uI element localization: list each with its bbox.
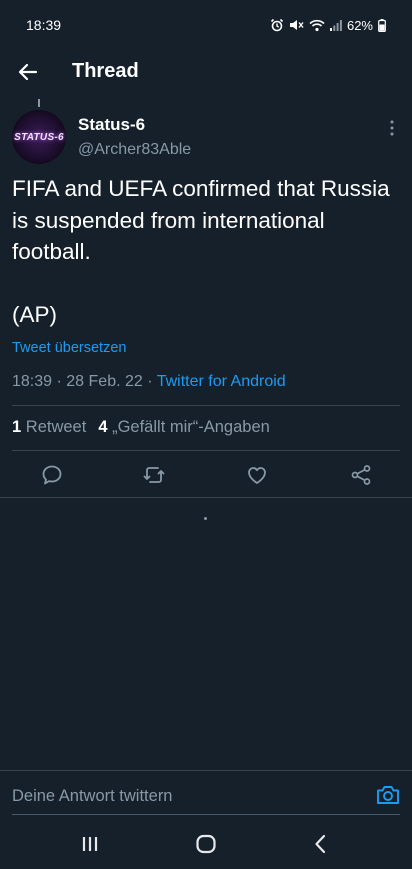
back-nav-icon[interactable] — [309, 832, 333, 856]
like-count: 4 — [98, 418, 108, 436]
camera-icon[interactable] — [375, 783, 401, 807]
like-icon[interactable] — [245, 463, 269, 487]
tweet-source-link[interactable]: Twitter for Android — [157, 373, 286, 390]
battery-label: 62% — [346, 17, 373, 33]
page-title: Thread — [72, 60, 139, 82]
meta-separator: · — [56, 373, 62, 390]
alarm-icon — [270, 18, 284, 32]
retweet-stat[interactable]: 1 Retweet — [12, 418, 86, 437]
translate-tweet-link[interactable]: Tweet übersetzen — [12, 340, 126, 356]
status-time: 18:39 — [26, 17, 62, 33]
status-icons: 62% — [270, 18, 386, 33]
thread-connector-line — [38, 99, 40, 107]
like-stat-label: „Gefällt mir“-Angaben — [112, 418, 270, 436]
app-header: Thread — [0, 50, 412, 94]
retweet-count: 1 — [12, 418, 22, 436]
tweet-date: 28 Feb. 22 — [66, 373, 143, 390]
reply-bar: Deine Antwort twittern — [0, 770, 412, 816]
reply-input[interactable]: Deine Antwort twittern — [12, 787, 173, 806]
author-display-name[interactable]: Status-6 — [78, 115, 145, 135]
tweet-time: 18:39 — [12, 373, 53, 390]
divider — [12, 450, 400, 451]
reply-icon[interactable] — [40, 463, 64, 487]
system-nav-bar — [0, 818, 412, 869]
recent-apps-icon[interactable] — [78, 832, 102, 856]
reply-input-underline — [12, 814, 400, 815]
signal-icon — [329, 19, 342, 31]
battery-icon — [378, 18, 386, 32]
author-handle[interactable]: @Archer83Able — [78, 141, 191, 159]
avatar[interactable]: STATUS-6 — [12, 110, 66, 164]
avatar-logo-text: STATUS-6 — [14, 131, 64, 143]
more-options-icon[interactable] — [384, 118, 400, 138]
back-arrow-icon[interactable] — [16, 60, 40, 84]
mute-icon — [289, 18, 304, 32]
share-icon[interactable] — [349, 463, 373, 487]
status-bar: 18:39 62% — [0, 0, 412, 50]
tweet-text: FIFA and UEFA confirmed that Russia is s… — [12, 176, 390, 327]
loading-indicator — [204, 517, 207, 520]
divider — [12, 405, 400, 406]
divider — [0, 497, 412, 498]
tweet-actions — [0, 460, 412, 490]
home-icon[interactable] — [194, 832, 218, 856]
meta-separator: · — [147, 373, 153, 390]
wifi-icon — [309, 19, 325, 32]
tweet-stats: 1 Retweet 4 „Gefällt mir“-Angaben — [12, 418, 270, 437]
retweet-stat-label: Retweet — [25, 418, 87, 436]
retweet-icon[interactable] — [142, 463, 166, 487]
like-stat[interactable]: 4 „Gefällt mir“-Angaben — [98, 418, 270, 437]
tweet-meta: 18:39 · 28 Feb. 22 · Twitter for Android — [12, 373, 286, 391]
